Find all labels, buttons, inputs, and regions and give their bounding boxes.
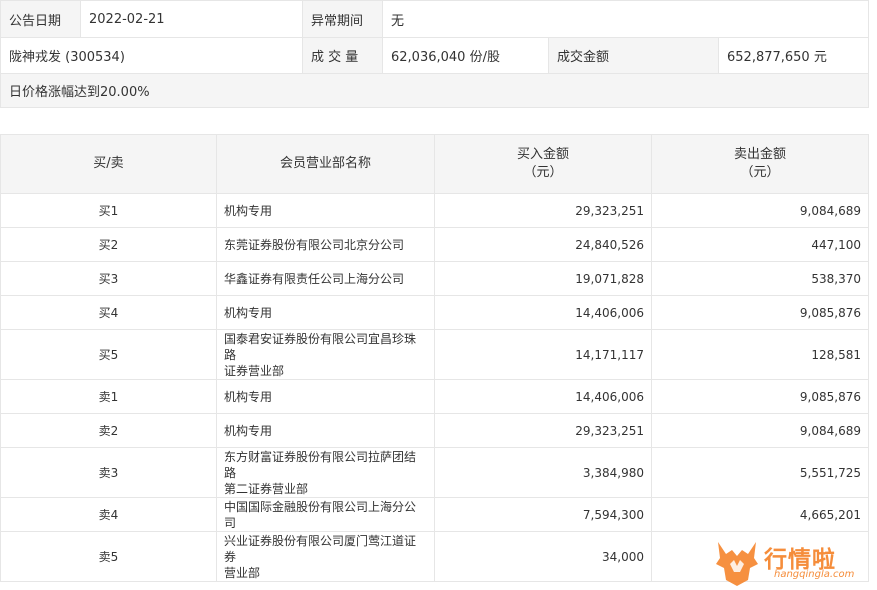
row-buy-amount: 29,323,251 [434, 413, 652, 448]
amount-label: 成交金额 [548, 37, 719, 74]
broker-name-line1: 中国国际金融股份有限公司上海分公司 [224, 499, 417, 530]
announce-date-value: 2022-02-21 [80, 0, 303, 38]
row-side: 买1 [0, 193, 217, 228]
header-sell-line1: 卖出金额 [733, 147, 786, 162]
row-buy-amount: 14,171,117 [434, 329, 652, 380]
volume-label: 成 交 量 [302, 37, 383, 74]
broker-name-line1: 国泰君安证券股份有限公司宜昌珍珠路 [224, 331, 417, 362]
row-buy-amount: 14,406,006 [434, 379, 652, 414]
row-buy-amount: 19,071,828 [434, 261, 652, 296]
row-sell-amount: 538,370 [651, 261, 869, 296]
broker-name-line1: 机构专用 [224, 389, 273, 404]
table-row: 卖1 机构专用 14,406,006 9,085,876 [0, 379, 869, 414]
row-buy-amount: 14,406,006 [434, 295, 652, 330]
watermark-domain: hangqingla.com [774, 569, 855, 580]
table-row: 卖4 中国国际金融股份有限公司上海分公司 7,594,300 4,665,201 [0, 497, 869, 532]
table-row: 卖2 机构专用 29,323,251 9,084,689 [0, 413, 869, 448]
row-broker: 东莞证券股份有限公司北京分公司 [216, 227, 435, 262]
header-buy-line2: （元） [523, 165, 563, 180]
volume-value: 62,036,040 份/股 [382, 37, 549, 74]
row-broker: 机构专用 [216, 193, 435, 228]
row-broker: 华鑫证券有限责任公司上海分公司 [216, 261, 435, 296]
row-sell-amount: 9,084,689 [651, 193, 869, 228]
stock-name: 陇神戎发 (300534) [0, 37, 303, 74]
row-broker: 国泰君安证券股份有限公司宜昌珍珠路 证券营业部 [216, 329, 435, 380]
broker-name-line2: 第二证券营业部 [224, 481, 309, 496]
broker-detail-table: 买/卖 会员营业部名称 买入金额 （元） 卖出金额 （元） 买1 机构专用 29… [0, 134, 869, 582]
broker-name-line1: 兴业证券股份有限公司厦门莺江道证券 [224, 533, 417, 564]
abnormal-reason: 日价格涨幅达到20.00% [0, 73, 870, 108]
header-buy-line1: 买入金额 [516, 147, 569, 162]
broker-name-line1: 机构专用 [224, 203, 273, 218]
row-side: 卖1 [0, 379, 217, 414]
row-broker: 机构专用 [216, 379, 435, 414]
row-sell-amount: 4,665,201 [651, 497, 869, 532]
table-row: 买5 国泰君安证券股份有限公司宜昌珍珠路 证券营业部 14,171,117 12… [0, 329, 869, 380]
row-sell-amount: 9,084,689 [651, 413, 869, 448]
announce-date-label: 公告日期 [0, 0, 81, 38]
row-buy-amount: 7,594,300 [434, 497, 652, 532]
table-row: 买1 机构专用 29,323,251 9,084,689 [0, 193, 869, 228]
abnormal-period-value: 无 [381, 0, 870, 38]
table-row: 买2 东莞证券股份有限公司北京分公司 24,840,526 447,100 [0, 227, 869, 262]
row-buy-amount: 34,000 [434, 531, 652, 582]
broker-name-line1: 机构专用 [224, 423, 273, 438]
table-row: 卖3 东方财富证券股份有限公司拉萨团结路 第二证券营业部 3,384,980 5… [0, 447, 869, 498]
amount-value: 652,877,650 元 [717, 37, 870, 74]
row-side: 卖2 [0, 413, 217, 448]
table-header-row: 买/卖 会员营业部名称 买入金额 （元） 卖出金额 （元） [0, 134, 869, 194]
header-sell-amount: 卖出金额 （元） [651, 134, 869, 194]
row-side: 买5 [0, 329, 217, 380]
table-row: 买4 机构专用 14,406,006 9,085,876 [0, 295, 869, 330]
row-broker: 机构专用 [216, 413, 435, 448]
header-broker: 会员营业部名称 [216, 134, 435, 194]
row-buy-amount: 24,840,526 [434, 227, 652, 262]
row-sell-amount: 128,581 [651, 329, 869, 380]
header-buy-amount: 买入金额 （元） [434, 134, 652, 194]
broker-name-line2: 证券营业部 [224, 363, 285, 378]
table-row: 买3 华鑫证券有限责任公司上海分公司 19,071,828 538,370 [0, 261, 869, 296]
row-buy-amount: 3,384,980 [434, 447, 652, 498]
row-side: 买4 [0, 295, 217, 330]
row-sell-amount: 447,100 [651, 227, 869, 262]
row-side: 买2 [0, 227, 217, 262]
watermark-logo: 行情啦 hangqingla.com [712, 537, 877, 590]
row-side: 卖5 [0, 531, 217, 582]
row-broker: 中国国际金融股份有限公司上海分公司 [216, 497, 435, 532]
row-sell-amount: 9,085,876 [651, 295, 869, 330]
row-buy-amount: 29,323,251 [434, 193, 652, 228]
row-sell-amount: 9,085,876 [651, 379, 869, 414]
row-broker: 兴业证券股份有限公司厦门莺江道证券 营业部 [216, 531, 435, 582]
broker-name-line1: 东方财富证券股份有限公司拉萨团结路 [224, 449, 417, 480]
row-side: 买3 [0, 261, 217, 296]
row-side: 卖4 [0, 497, 217, 532]
header-side: 买/卖 [0, 134, 217, 194]
stock-info-table: 公告日期 2022-02-21 异常期间 无 陇神戎发 (300534) 成 交… [0, 0, 870, 108]
row-broker: 机构专用 [216, 295, 435, 330]
row-sell-amount: 5,551,725 [651, 447, 869, 498]
broker-name-line1: 华鑫证券有限责任公司上海分公司 [224, 271, 405, 286]
abnormal-period-label: 异常期间 [302, 0, 383, 38]
header-sell-line2: （元） [740, 165, 780, 180]
row-side: 卖3 [0, 447, 217, 498]
bull-icon [716, 542, 758, 586]
row-broker: 东方财富证券股份有限公司拉萨团结路 第二证券营业部 [216, 447, 435, 498]
broker-name-line2: 营业部 [224, 565, 261, 580]
broker-name-line1: 东莞证券股份有限公司北京分公司 [224, 237, 405, 252]
broker-name-line1: 机构专用 [224, 305, 273, 320]
